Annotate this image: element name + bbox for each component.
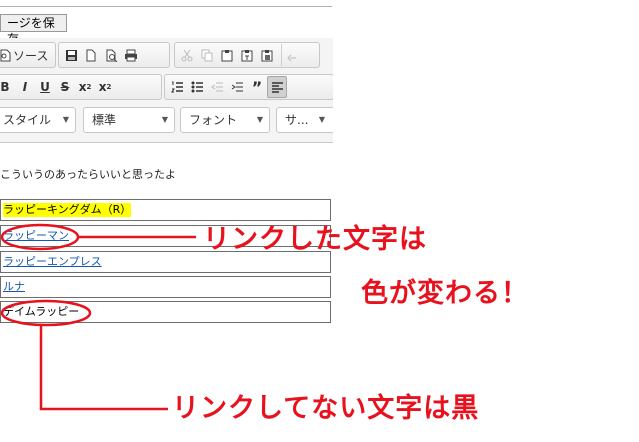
size-dropdown-label: サ... xyxy=(285,113,309,127)
outdent-icon[interactable] xyxy=(207,76,227,98)
paste-text-icon[interactable] xyxy=(237,44,257,66)
save-page-button[interactable]: ージを保存 xyxy=(0,14,67,46)
intro-paragraph: こういうのあったらいいと思ったよ xyxy=(0,168,176,181)
superscript-icon[interactable]: x2 xyxy=(95,76,115,98)
indent-icon[interactable] xyxy=(227,76,247,98)
new-page-icon[interactable] xyxy=(81,44,101,66)
table-row: ラッピーキングダム（R） xyxy=(0,199,331,221)
undo-icon[interactable] xyxy=(281,44,301,66)
numbered-list-icon[interactable] xyxy=(167,76,187,98)
style-dropdown[interactable]: スタイル ▼ xyxy=(0,107,76,133)
paste-icon[interactable] xyxy=(217,44,237,66)
plain-text-dame-rappy: デイムラッピー xyxy=(3,305,80,318)
font-dropdown-label: フォント xyxy=(189,113,238,127)
font-dropdown[interactable]: フォント ▼ xyxy=(180,107,270,133)
save-icon[interactable] xyxy=(61,44,81,66)
source-button-label[interactable]: ソース xyxy=(13,47,48,64)
copy-icon[interactable] xyxy=(197,44,217,66)
print-icon[interactable] xyxy=(121,44,141,66)
subscript-icon[interactable]: x2 xyxy=(75,76,95,98)
underline-icon[interactable]: U xyxy=(35,76,55,98)
separator-line xyxy=(0,6,332,7)
chevron-down-icon: ▼ xyxy=(256,115,263,124)
align-left-icon[interactable] xyxy=(267,76,287,98)
chevron-down-icon: ▼ xyxy=(318,115,325,124)
chevron-down-icon: ▼ xyxy=(62,115,69,124)
highlighted-text: ラッピーキングダム（R） xyxy=(3,203,132,217)
italic-icon[interactable]: I xyxy=(15,76,35,98)
editor-toolbar: ソース B I U S x 2 x 2 ” スタイル ▼ 標準 ▼ フォント ▼… xyxy=(0,38,333,143)
cut-icon[interactable] xyxy=(177,44,197,66)
link-rappy-empress[interactable]: ラッピーエンプレス xyxy=(3,255,102,269)
table-row: ルナ xyxy=(0,276,331,298)
preview-icon[interactable] xyxy=(101,44,121,66)
size-dropdown[interactable]: サ... ▼ xyxy=(276,107,333,133)
bulleted-list-icon[interactable] xyxy=(187,76,207,98)
blockquote-icon[interactable]: ” xyxy=(247,76,267,98)
strikethrough-icon[interactable]: S xyxy=(55,76,75,98)
chevron-down-icon: ▼ xyxy=(161,115,168,124)
paragraph-group: ” xyxy=(164,74,333,100)
source-group: ソース xyxy=(0,42,56,68)
table-row: デイムラッピー xyxy=(0,301,331,323)
annotation-unlinked: リンクしてない文字は黒 xyxy=(172,393,480,424)
annotation-linked-line2: 色が変わる！ xyxy=(361,278,529,309)
document-group xyxy=(58,42,170,68)
bold-icon[interactable]: B xyxy=(0,76,15,98)
link-luna[interactable]: ルナ xyxy=(3,280,25,294)
format-dropdown-label: 標準 xyxy=(92,113,117,127)
source-icon[interactable] xyxy=(0,44,13,66)
link-rappyman[interactable]: ラッピーマン xyxy=(3,229,69,243)
annotation-linked-line1: リンクした文字は xyxy=(203,224,427,255)
style-dropdown-label: スタイル xyxy=(3,113,52,127)
clipboard-group xyxy=(174,42,320,68)
paste-word-icon[interactable] xyxy=(257,44,277,66)
format-dropdown[interactable]: 標準 ▼ xyxy=(83,107,175,133)
basic-styles-group: B I U S x2 x2 xyxy=(0,74,162,100)
